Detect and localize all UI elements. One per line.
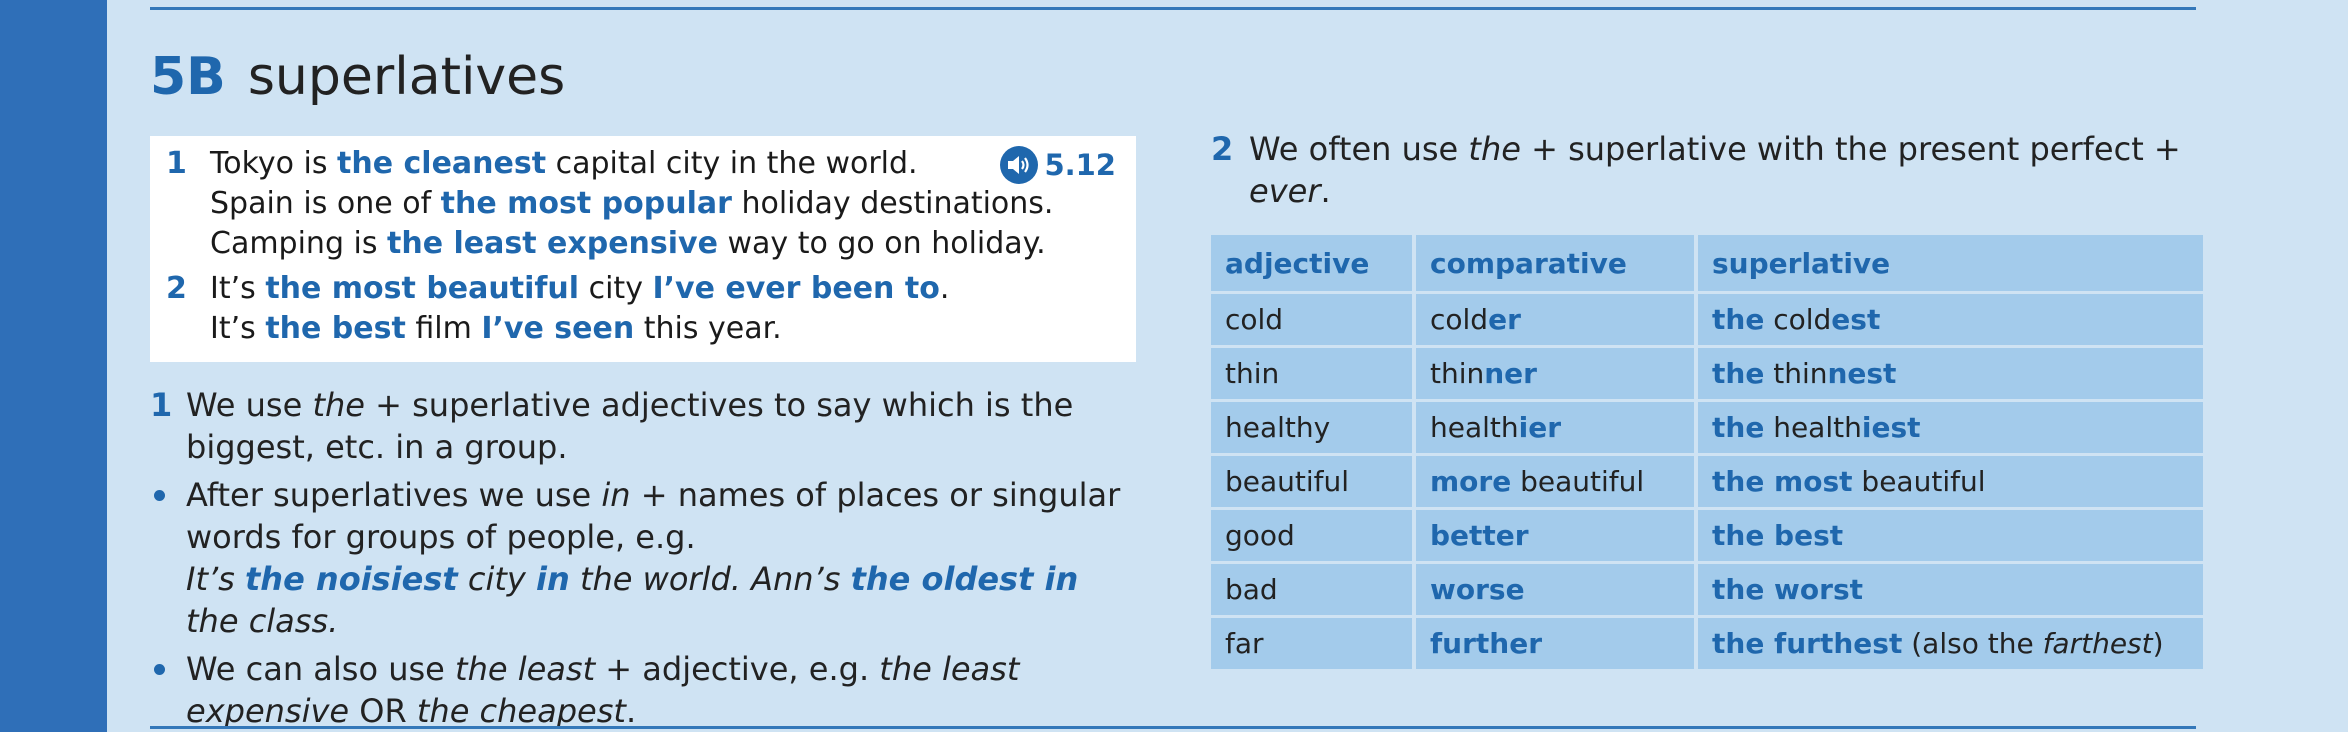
table-body: cold colder the coldest thin thinner the thin… (1211, 294, 2203, 672)
example-sentence: 2 It’s the most beautiful city I’ve ever … (150, 269, 1136, 309)
rule-2: 2 We often use the + superlative with th… (1211, 128, 2201, 212)
highlight-text: the cleanest (337, 146, 547, 181)
highlight-text: iest (1861, 411, 1921, 444)
example-sentence: Spain is one of the most popular holiday… (210, 186, 1054, 221)
bottom-rule (150, 726, 2196, 729)
adjective-cell: cold (1211, 294, 1416, 348)
comparative-cell: better (1416, 510, 1698, 564)
highlight-text: the worst (1712, 573, 1864, 606)
highlight-text: the (1712, 411, 1765, 444)
highlight-text: the most (1712, 465, 1853, 498)
highlight-text: nest (1827, 357, 1897, 390)
highlight-text: the most beautiful (265, 271, 580, 306)
examples-box: 1 Tokyo is the cleanest capital city in t… (150, 136, 1136, 362)
highlight-text: er (1488, 303, 1521, 336)
highlight-text: further (1430, 627, 1543, 660)
superlative-cell: the coldest (1698, 294, 2203, 348)
speaker-icon (1000, 146, 1039, 184)
superlative-cell: the most beautiful (1698, 456, 2203, 510)
header-adjective: adjective (1211, 235, 1416, 294)
highlight-text: ier (1518, 411, 1562, 444)
section-title: 5B superlatives (150, 42, 565, 112)
audio-track-number: 5.12 (1044, 148, 1116, 182)
highlight-text: the furthest (1712, 627, 1903, 660)
highlight-text: the (1712, 303, 1765, 336)
highlight-text: better (1430, 519, 1529, 552)
highlight-text: I’ve seen (481, 311, 635, 346)
superlative-cell: the worst (1698, 564, 2203, 618)
section-name: superlatives (247, 47, 566, 107)
highlight-text: the best (265, 311, 406, 346)
example-sentence: It’s the best film I’ve seen this year. (210, 311, 782, 346)
side-strip (0, 0, 107, 732)
table-row: beautiful more beautiful the most beautifu… (1211, 456, 2203, 510)
rule-1-number: 1 (150, 386, 173, 424)
adjective-cell: thin (1211, 348, 1416, 402)
highlight-text: in (536, 560, 570, 598)
comparative-cell: healthier (1416, 402, 1698, 456)
table-row: far further the furthest (also the farthes… (1211, 618, 2203, 672)
table-header-row: adjective comparative superlative (1211, 235, 2203, 294)
adjective-forms-table: adjective comparative superlative cold co… (1211, 235, 2203, 672)
audio-button[interactable]: 5.12 (1000, 146, 1116, 184)
highlight-text: more (1430, 465, 1512, 498)
highlight-text: the least expensive (387, 226, 718, 261)
highlight-text: the most popular (440, 186, 732, 221)
rule-bullet-2: We can also use the least + adjective, e… (150, 648, 1140, 732)
rule-2-text: We often use the + superlative with the … (1249, 130, 2181, 210)
table-row: bad worse the worst (1211, 564, 2203, 618)
comparative-cell: worse (1416, 564, 1698, 618)
table-row: healthy healthier the healthiest (1211, 402, 2203, 456)
rule-2-number: 2 (1211, 130, 1234, 168)
highlight-text: the (1712, 357, 1765, 390)
adjective-cell: good (1211, 510, 1416, 564)
table-row: cold colder the coldest (1211, 294, 2203, 348)
highlight-text: ner (1484, 357, 1537, 390)
rule-bullet-1: After superlatives we use in + names of … (150, 474, 1140, 642)
highlight-text: the noisiest (245, 560, 458, 598)
superlative-cell: the healthiest (1698, 402, 2203, 456)
highlight-text: I’ve ever been to (652, 271, 940, 306)
highlight-text: est (1831, 303, 1881, 336)
example-number: 1 (166, 146, 187, 181)
superlative-cell: the thinnest (1698, 348, 2203, 402)
rule-1-text: We use the + superlative adjectives to s… (186, 386, 1074, 466)
comparative-cell: further (1416, 618, 1698, 672)
bullet-icon (154, 490, 165, 501)
comparative-cell: thinner (1416, 348, 1698, 402)
rule-1: 1 We use the + superlative adjectives to… (150, 384, 1140, 468)
bullet-icon (154, 664, 165, 675)
highlight-text: the oldest in (850, 560, 1079, 598)
example-group-1: 1 Tokyo is the cleanest capital city in t… (150, 144, 1136, 264)
section-code: 5B (150, 47, 226, 107)
header-superlative: superlative (1698, 235, 2203, 294)
rule-bullet-2-text: We can also use the least + adjective, e… (186, 650, 1020, 730)
examples-content: 1 Tokyo is the cleanest capital city in t… (150, 144, 1136, 349)
header-comparative: comparative (1416, 235, 1698, 294)
example-number: 2 (166, 271, 187, 306)
adjective-cell: bad (1211, 564, 1416, 618)
adjective-cell: healthy (1211, 402, 1416, 456)
highlight-text: the best (1712, 519, 1844, 552)
rules-left: 1 We use the + superlative adjectives to… (150, 384, 1140, 732)
rule-bullet-1-text: After superlatives we use in + names of … (186, 476, 1121, 640)
superlative-cell: the best (1698, 510, 2203, 564)
comparative-cell: colder (1416, 294, 1698, 348)
highlight-text: worse (1430, 573, 1525, 606)
table-row: thin thinner the thinnest (1211, 348, 2203, 402)
superlative-cell: the furthest (also the farthest) (1698, 618, 2203, 672)
table-row: good better the best (1211, 510, 2203, 564)
top-rule (150, 7, 2196, 10)
example-sentence: 1 Tokyo is the cleanest capital city in t… (150, 144, 1136, 184)
comparative-cell: more beautiful (1416, 456, 1698, 510)
example-sentence: Camping is the least expensive way to go… (210, 226, 1046, 261)
adjective-cell: far (1211, 618, 1416, 672)
adjective-cell: beautiful (1211, 456, 1416, 510)
example-group-2: 2 It’s the most beautiful city I’ve ever … (150, 269, 1136, 349)
